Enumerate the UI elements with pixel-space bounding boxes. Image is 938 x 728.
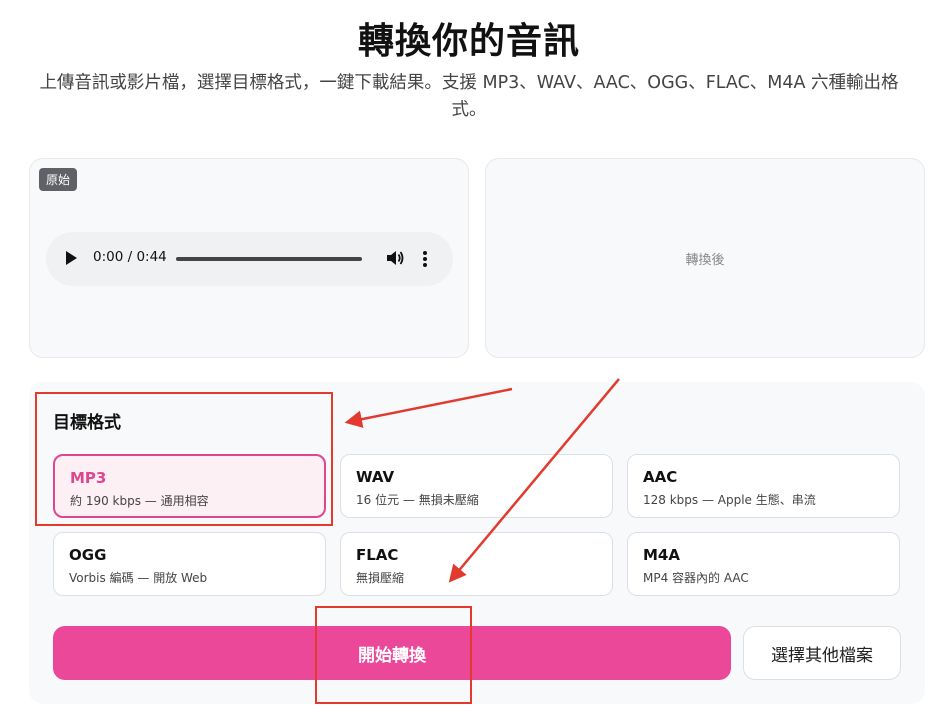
audio-time: 0:00 / 0:44 xyxy=(93,249,167,265)
format-name: AAC xyxy=(643,468,678,486)
format-desc: 16 位元 — 無損未壓縮 xyxy=(356,493,479,507)
volume-icon[interactable] xyxy=(386,248,404,268)
format-option-ogg[interactable]: OGG Vorbis 編碼 — 開放 Web xyxy=(53,532,326,596)
play-icon[interactable] xyxy=(66,251,77,265)
annotation-box-start xyxy=(315,606,472,704)
format-option-wav[interactable]: WAV 16 位元 — 無損未壓縮 xyxy=(340,454,613,518)
format-desc: 無損壓縮 xyxy=(356,571,405,585)
format-option-flac[interactable]: FLAC 無損壓縮 xyxy=(340,532,613,596)
format-name: M4A xyxy=(643,546,680,564)
format-desc: 128 kbps — Apple 生態、串流 xyxy=(643,493,816,507)
format-desc: Vorbis 編碼 — 開放 Web xyxy=(69,571,208,585)
format-option-aac[interactable]: AAC 128 kbps — Apple 生態、串流 xyxy=(627,454,900,518)
format-name: FLAC xyxy=(356,546,399,564)
annotation-box-formats xyxy=(35,392,333,526)
more-options-icon[interactable] xyxy=(422,249,428,269)
converted-placeholder: 轉換後 xyxy=(685,253,725,268)
format-name: OGG xyxy=(69,546,107,564)
format-name: WAV xyxy=(356,468,395,486)
original-badge: 原始 xyxy=(39,168,78,191)
original-panel: 原始 0:00 / 0:44 xyxy=(29,158,469,358)
converted-panel: 轉換後 xyxy=(485,158,925,358)
format-option-m4a[interactable]: M4A MP4 容器內的 AAC xyxy=(627,532,900,596)
audio-player: 0:00 / 0:44 xyxy=(46,232,453,286)
choose-other-file-button[interactable]: 選擇其他檔案 xyxy=(743,626,901,680)
page-subtitle: 上傳音訊或影片檔，選擇目標格式，一鍵下載結果。支援 MP3、WAV、AAC、OG… xyxy=(39,73,899,120)
page-title: 轉換你的音訊 xyxy=(357,21,580,62)
audio-progress-track[interactable] xyxy=(176,257,362,261)
format-desc: MP4 容器內的 AAC xyxy=(643,571,749,585)
